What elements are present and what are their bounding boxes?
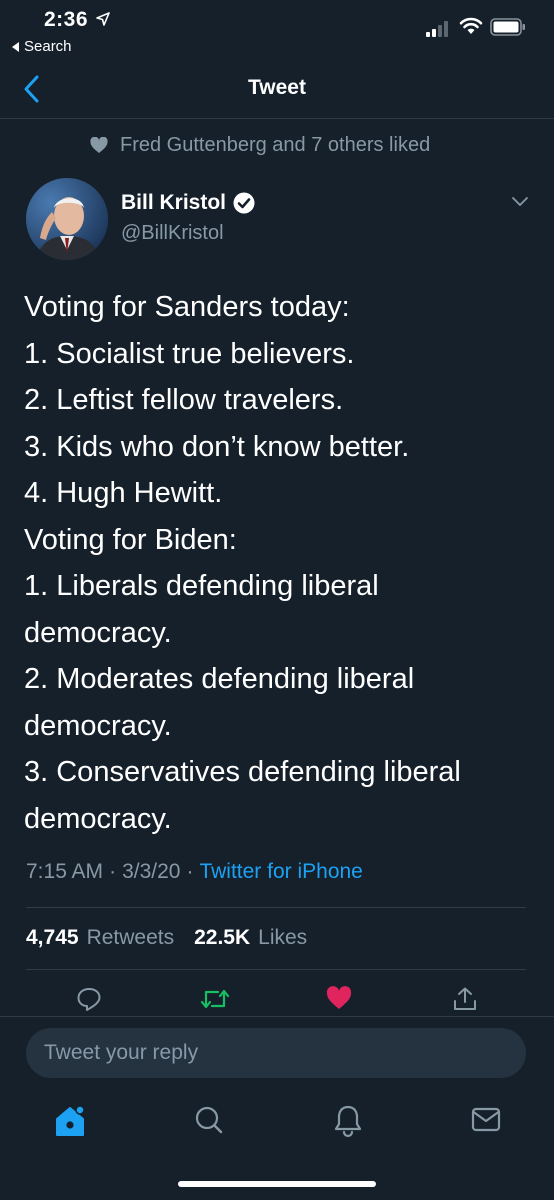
nav-divider <box>0 118 554 119</box>
home-icon[interactable] <box>54 1103 88 1139</box>
user-handle: @BillKristol <box>121 222 224 244</box>
meta-separator: · <box>186 860 194 883</box>
status-time: 2:36 <box>44 8 89 31</box>
tweet-line: 1. Liberals defending liberal democracy. <box>24 570 379 649</box>
bell-icon[interactable] <box>332 1103 364 1139</box>
social-context-text: Fred Guttenberg and 7 others liked <box>120 134 431 156</box>
likes-count[interactable]: 22.5K <box>194 926 250 950</box>
tweet-line: Voting for Sanders today: <box>24 291 350 323</box>
back-triangle-icon <box>12 41 19 52</box>
page-title: Tweet <box>248 76 306 99</box>
user-name: Bill Kristol <box>121 191 227 214</box>
wifi-icon <box>459 17 483 34</box>
tweet-line: 2. Leftist fellow travelers. <box>24 384 344 416</box>
tweet-text: Voting for Sanders today: 1. Socialist t… <box>24 284 524 842</box>
reply-placeholder: Tweet your reply <box>44 1041 199 1064</box>
back-to-app-button[interactable]: Search <box>12 38 72 55</box>
verified-badge-icon <box>233 192 255 214</box>
tweet-line: 2. Moderates defending liberal democracy… <box>24 663 415 742</box>
cellular-signal-icon <box>426 21 448 37</box>
home-indicator <box>178 1181 376 1187</box>
back-app-label: Search <box>24 38 72 55</box>
tweet-line: 1. Socialist true believers. <box>24 337 355 370</box>
divider <box>26 969 526 970</box>
reply-icon[interactable] <box>76 986 102 1012</box>
tweet-line: Voting for Biden: <box>24 523 237 556</box>
divider <box>26 907 526 908</box>
tweet-line: 3. Conservatives defending liberal democ… <box>24 756 461 835</box>
tweet-time: 7:15 AM <box>26 860 104 883</box>
retweets-label[interactable]: Retweets <box>87 926 175 950</box>
heart-icon <box>90 137 108 153</box>
mail-icon[interactable] <box>470 1103 502 1137</box>
battery-icon <box>490 18 525 36</box>
tweet-line: 3. Kids who don’t know better. <box>24 430 410 463</box>
chevron-down-icon[interactable] <box>508 194 532 210</box>
divider <box>0 1016 554 1017</box>
tweet-meta: 7:15 AM · 3/3/20 · Twitter for iPhone <box>26 860 363 884</box>
social-context[interactable]: Fred Guttenberg and 7 others liked <box>90 134 430 157</box>
avatar-image <box>26 178 108 260</box>
user-name-row[interactable]: Bill Kristol <box>121 191 255 215</box>
retweet-icon[interactable] <box>200 986 230 1012</box>
location-arrow-icon <box>96 12 110 26</box>
avatar[interactable] <box>26 178 108 260</box>
tweet-date: 3/3/20 <box>122 860 181 883</box>
share-icon[interactable] <box>452 986 478 1012</box>
like-icon[interactable] <box>326 986 352 1010</box>
retweets-count[interactable]: 4,745 <box>26 926 79 950</box>
meta-separator: · <box>109 860 117 883</box>
search-icon[interactable] <box>193 1103 225 1137</box>
tweet-source-link[interactable]: Twitter for iPhone <box>199 860 362 884</box>
tweet-line: 4. Hugh Hewitt. <box>24 477 223 509</box>
tweet-stats: 4,745 Retweets 22.5K Likes <box>26 926 307 950</box>
likes-label[interactable]: Likes <box>258 926 307 950</box>
